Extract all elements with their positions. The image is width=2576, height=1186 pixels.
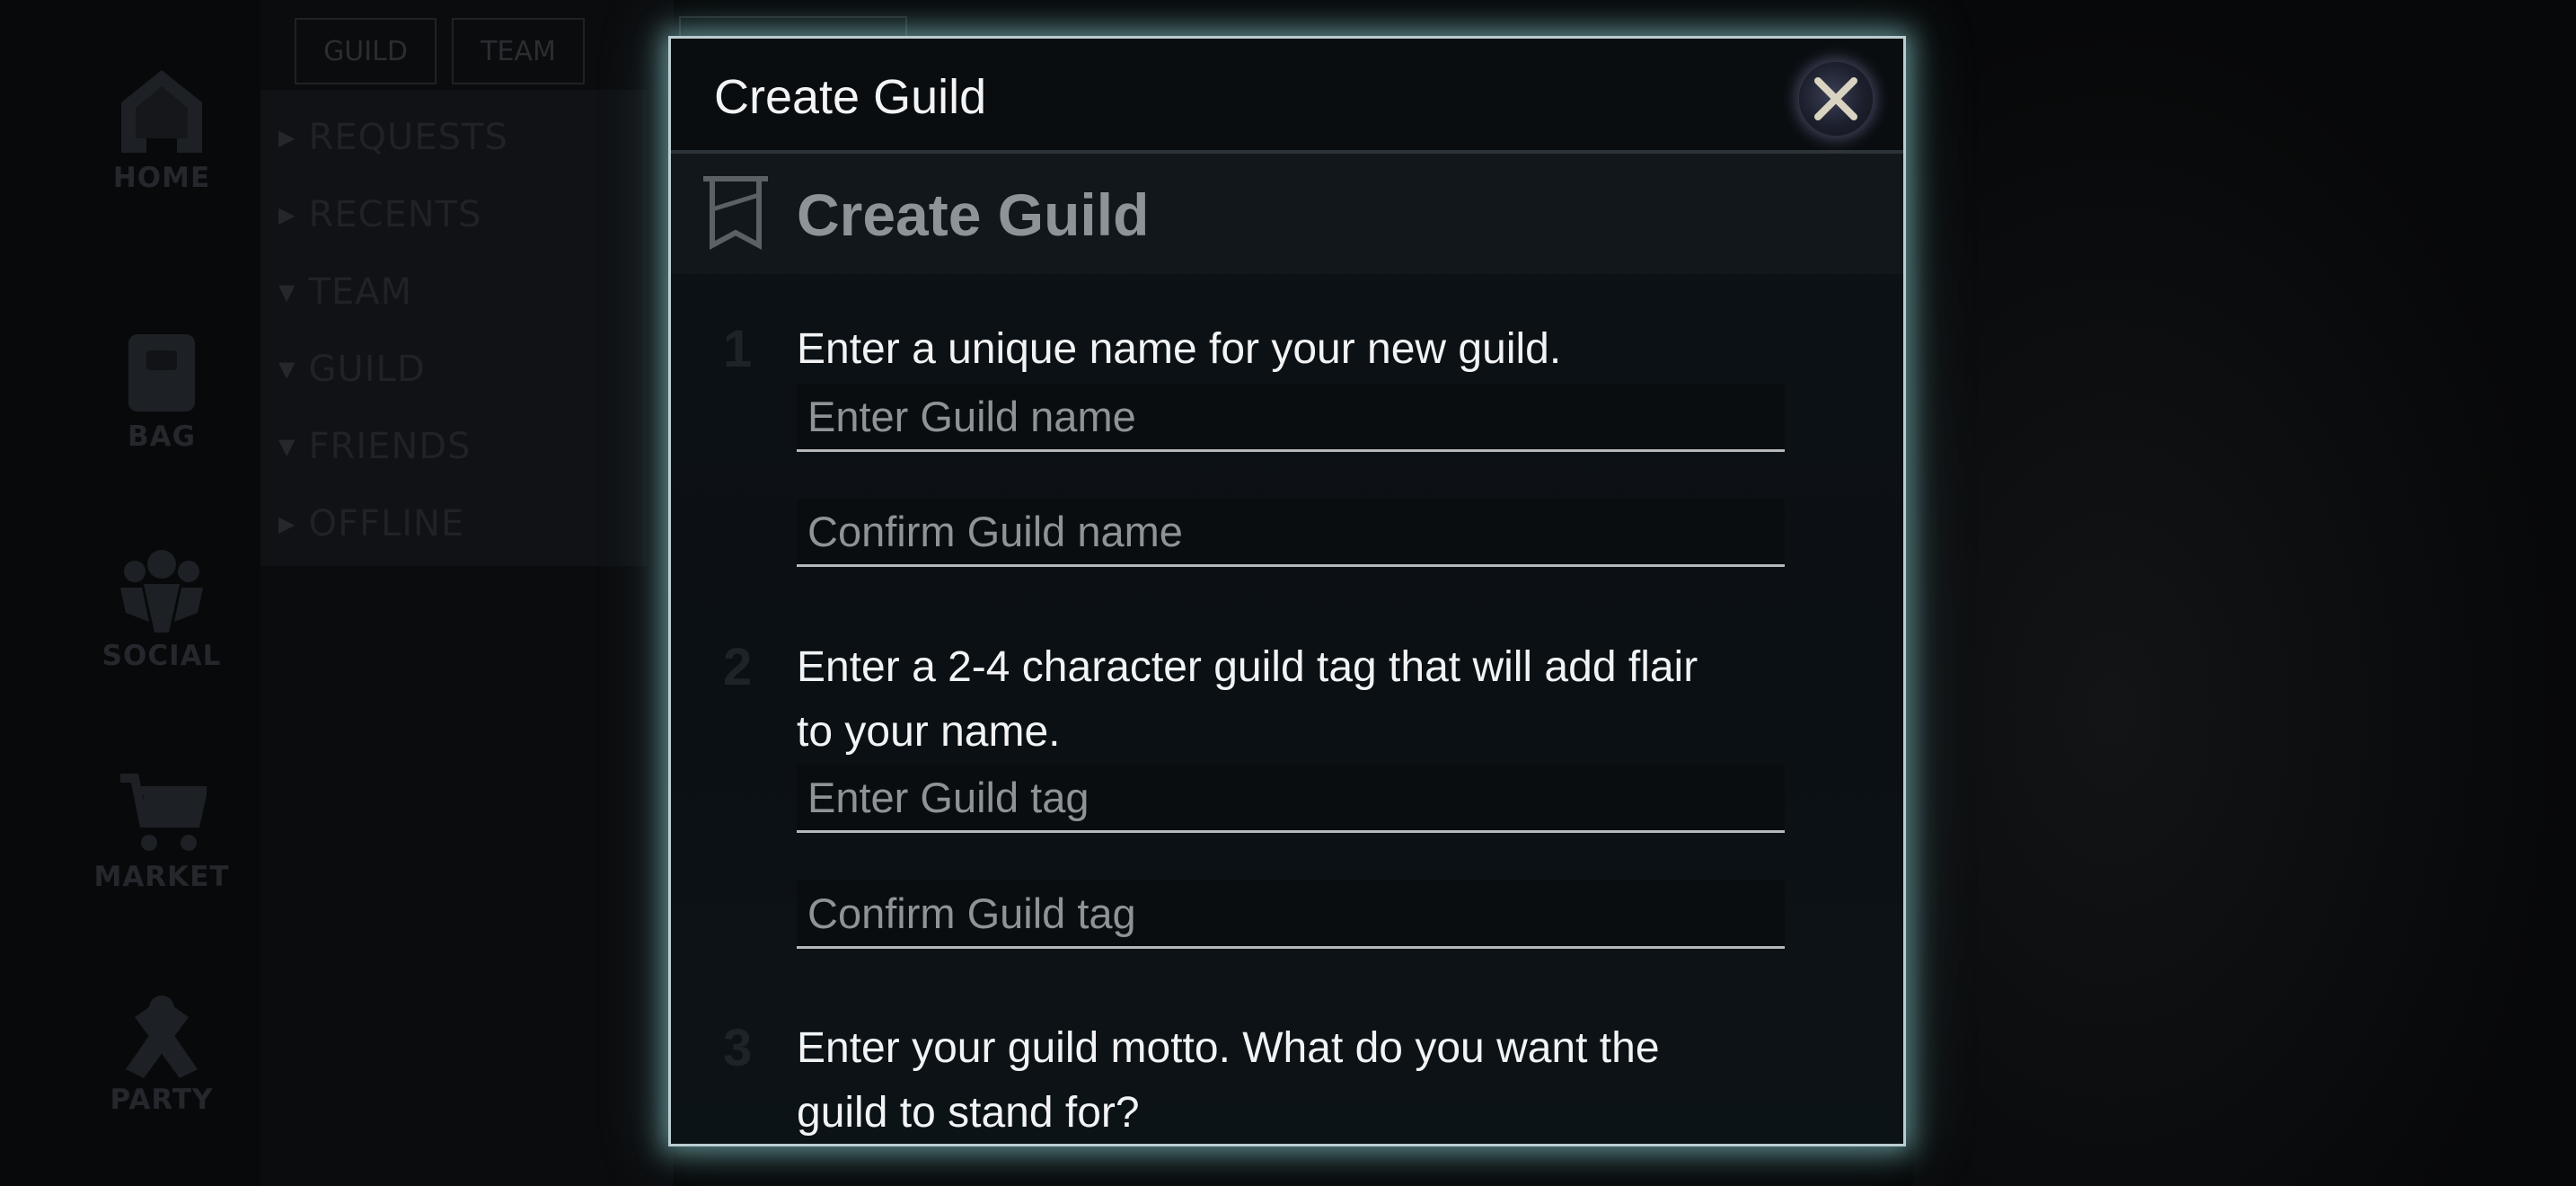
step-2-text: Enter a 2-4 character guild tag that wil… (797, 635, 1785, 765)
chevron-right-icon: ▶ (278, 202, 296, 227)
section-label: RECENTS (308, 194, 482, 235)
bag-icon (128, 334, 195, 412)
section-title: Create Guild (797, 181, 1150, 248)
step-3-text-line2: guild to stand for? (797, 1089, 1140, 1137)
step-number: 2 (723, 638, 753, 696)
section-guild[interactable]: ▼ GUILD (278, 349, 426, 390)
section-label: OFFLINE (308, 503, 465, 544)
chevron-down-icon: ▼ (278, 357, 296, 382)
chevron-right-icon: ▶ (278, 125, 296, 150)
section-team[interactable]: ▼ TEAM (278, 271, 412, 313)
home-icon (121, 70, 202, 153)
create-guild-modal: Create Guild Create Guild 1 Enter a uniq… (668, 36, 1906, 1146)
guild-tag-input[interactable] (797, 765, 1785, 830)
party-icon (126, 996, 198, 1078)
step-number: 1 (723, 320, 753, 378)
section-friends[interactable]: ▼ FRIENDS (278, 426, 471, 467)
close-icon (1814, 77, 1857, 120)
step-2-text-line1: Enter a 2-4 character guild tag that wil… (797, 643, 1698, 691)
chevron-down-icon: ▼ (278, 434, 296, 459)
background-shade (1913, 0, 2576, 1186)
social-icon (120, 550, 203, 633)
section-label: REQUESTS (308, 117, 508, 158)
section-offline[interactable]: ▶ OFFLINE (278, 503, 464, 544)
section-label: FRIENDS (308, 426, 472, 467)
section-label: TEAM (308, 271, 413, 313)
close-button[interactable] (1799, 62, 1873, 136)
step-2-text-line2: to your name. (797, 708, 1061, 756)
chevron-down-icon: ▼ (278, 279, 296, 305)
confirm-guild-tag-input[interactable] (797, 881, 1785, 946)
step-1-text: Enter a unique name for your new guild. (797, 325, 1562, 373)
guild-name-field[interactable] (797, 384, 1785, 452)
confirm-guild-tag-field[interactable] (797, 881, 1785, 949)
confirm-guild-name-input[interactable] (797, 499, 1785, 564)
chevron-right-icon: ▶ (278, 511, 296, 536)
guild-name-input[interactable] (797, 384, 1785, 449)
confirm-guild-name-field[interactable] (797, 499, 1785, 567)
tab-team[interactable]: TEAM (452, 18, 585, 84)
step-3-text-line1: Enter your guild motto. What do you want… (797, 1024, 1660, 1072)
section-recents[interactable]: ▶ RECENTS (278, 194, 481, 235)
friends-list-bg (260, 90, 647, 566)
step-3-text: Enter your guild motto. What do you want… (797, 1016, 1785, 1144)
section-requests[interactable]: ▶ REQUESTS (278, 117, 508, 158)
modal-header: Create Guild (671, 39, 1903, 154)
guild-tag-field[interactable] (797, 765, 1785, 833)
section-header: Create Guild (671, 154, 1903, 274)
friends-panel (260, 0, 674, 1186)
step-number: 3 (723, 1019, 753, 1077)
banner-icon (703, 176, 768, 251)
cart-icon (120, 774, 207, 851)
section-label: GUILD (308, 349, 426, 390)
modal-title: Create Guild (714, 70, 987, 124)
tab-guild[interactable]: GUILD (295, 18, 437, 84)
